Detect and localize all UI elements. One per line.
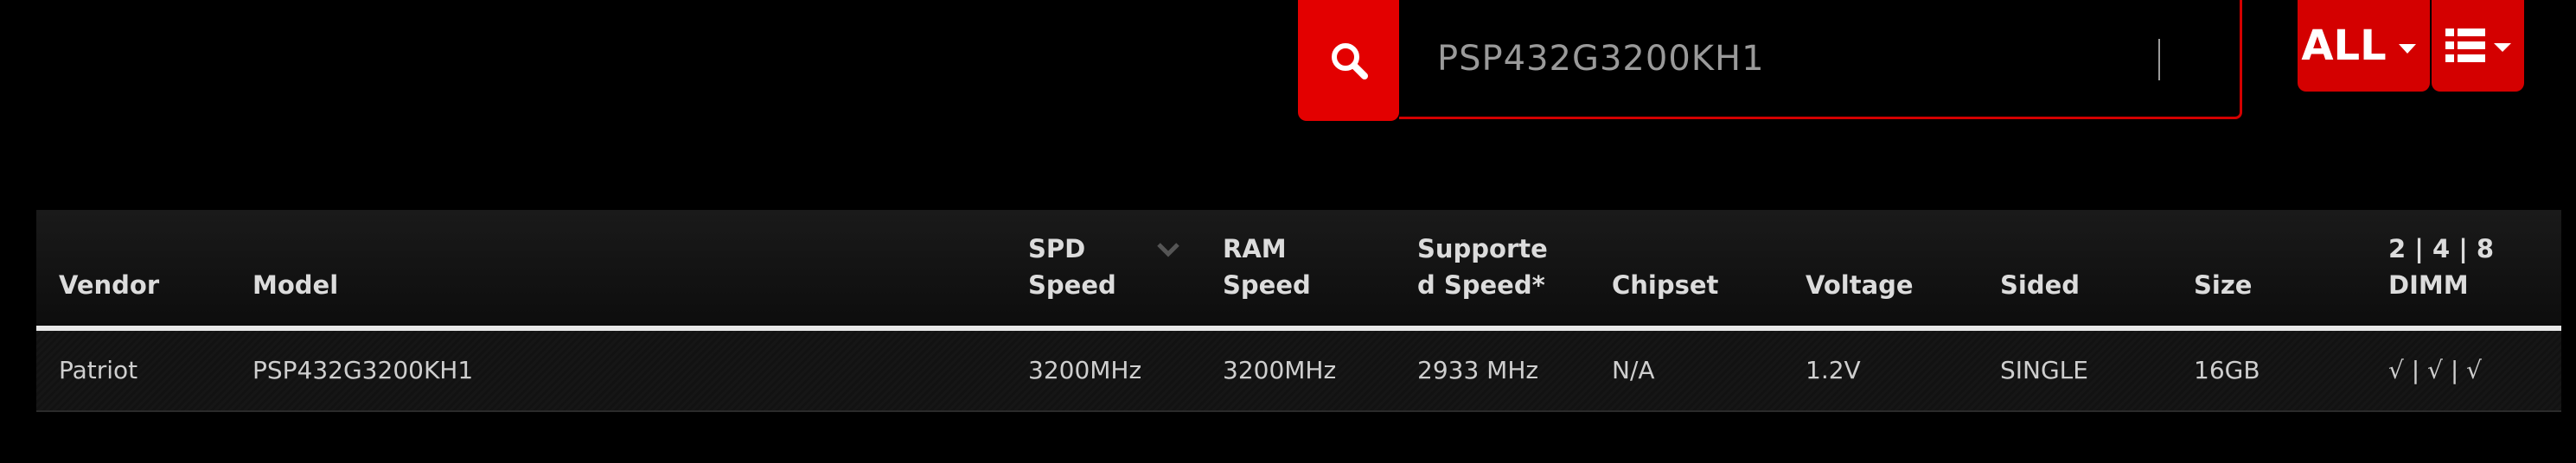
- cell-dimm: √ | √ | √: [2388, 356, 2482, 384]
- header-model[interactable]: Model: [252, 267, 338, 303]
- memory-compatibility-table: Vendor Model SPD Speed RAM Speed Support…: [36, 210, 2561, 412]
- cell-spd-speed: 3200MHz: [1028, 356, 1142, 384]
- filter-dropdown-button[interactable]: ALL: [2298, 0, 2430, 92]
- cell-chipset: N/A: [1612, 356, 1655, 384]
- table-row[interactable]: Patriot PSP432G3200KH1 3200MHz 3200MHz 2…: [36, 331, 2561, 412]
- header-dimm[interactable]: 2 | 4 | 8 DIMM: [2388, 231, 2494, 303]
- search-input[interactable]: [1437, 33, 2198, 85]
- header-chipset[interactable]: Chipset: [1612, 267, 1718, 303]
- table-body: Patriot PSP432G3200KH1 3200MHz 3200MHz 2…: [36, 331, 2561, 412]
- header-supported-speed[interactable]: Supporte d Speed*: [1417, 231, 1548, 303]
- search-button[interactable]: [1298, 0, 1399, 121]
- cell-sided: SINGLE: [2000, 356, 2088, 384]
- sort-chevron-icon[interactable]: [1156, 241, 1180, 258]
- cell-supported-speed: 2933 MHz: [1417, 356, 1539, 384]
- header-ram-speed[interactable]: RAM Speed: [1223, 231, 1311, 303]
- cell-size: 16GB: [2194, 356, 2260, 384]
- cell-model: PSP432G3200KH1: [252, 356, 474, 384]
- view-mode-button[interactable]: [2432, 0, 2524, 92]
- header-sided[interactable]: Sided: [2000, 267, 2080, 303]
- cell-vendor: Patriot: [59, 356, 138, 384]
- cell-voltage: 1.2V: [1806, 356, 1861, 384]
- search-field: [1399, 0, 2242, 119]
- cell-ram-speed: 3200MHz: [1223, 356, 1337, 384]
- list-view-icon: [2445, 29, 2511, 62]
- header-vendor[interactable]: Vendor: [59, 267, 159, 303]
- header-size[interactable]: Size: [2194, 267, 2252, 303]
- header-voltage[interactable]: Voltage: [1806, 267, 1914, 303]
- search-icon: [1331, 43, 1368, 79]
- page: ALL Vendor Model SPD Speed RAM Speed Sup…: [0, 0, 2576, 463]
- caret-down-icon: [2398, 43, 2416, 54]
- search-bar: [1298, 0, 2244, 121]
- text-caret: [2158, 39, 2160, 80]
- header-spd-speed[interactable]: SPD Speed: [1028, 231, 1116, 303]
- table-header: Vendor Model SPD Speed RAM Speed Support…: [36, 210, 2561, 331]
- filter-label: ALL: [2301, 22, 2387, 70]
